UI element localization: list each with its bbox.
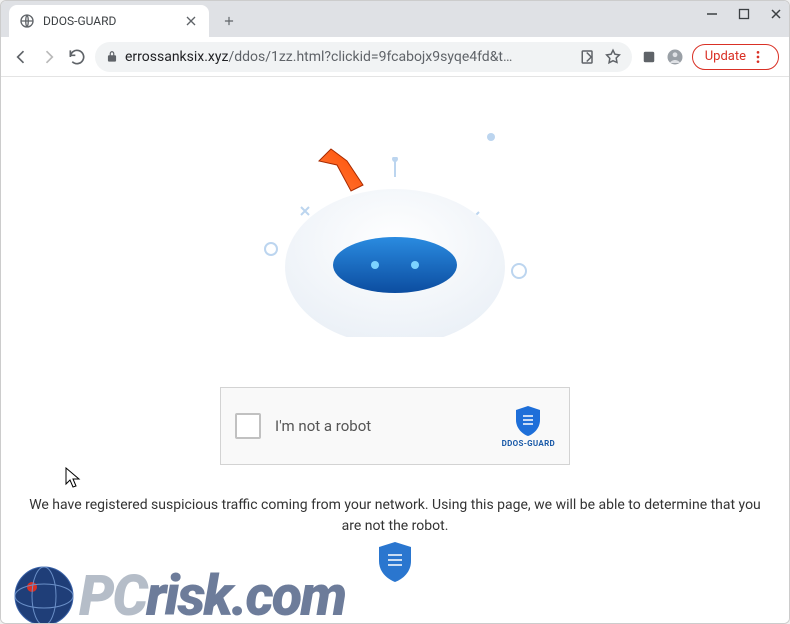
url-path: /ddos/1zz.html?clickid=9fcabojx9syqe4fd&…	[228, 49, 512, 65]
shield-icon	[514, 405, 542, 437]
captcha-left: I'm not a robot	[235, 413, 371, 439]
tab-title: DDOS-GUARD	[43, 14, 175, 28]
profile-avatar-icon[interactable]	[666, 48, 684, 66]
extensions-icon[interactable]	[640, 48, 658, 66]
browser-toolbar: errossanksix.xyz/ddos/1zz.html?clickid=9…	[1, 37, 789, 77]
watermark-suffix: risk.com	[146, 563, 345, 623]
reload-button[interactable]	[67, 47, 87, 67]
close-window-button[interactable]	[769, 7, 783, 21]
captcha-box: I'm not a robot DDOS-GUARD	[220, 387, 570, 465]
lock-icon	[105, 50, 119, 64]
center-shield-icon	[377, 541, 413, 583]
address-bar[interactable]: errossanksix.xyz/ddos/1zz.html?clickid=9…	[95, 42, 632, 72]
close-tab-icon[interactable]	[183, 13, 199, 29]
watermark-prefix: PC	[79, 563, 146, 623]
update-button[interactable]: Update	[692, 44, 779, 70]
maximize-button[interactable]	[737, 7, 751, 21]
captcha-label: I'm not a robot	[275, 417, 371, 435]
suspicious-traffic-message: We have registered suspicious traffic co…	[21, 495, 769, 537]
window-controls	[705, 7, 783, 21]
browser-tab[interactable]: DDOS-GUARD	[9, 5, 209, 37]
cursor-icon	[65, 467, 81, 489]
url-text: errossanksix.xyz/ddos/1zz.html?clickid=9…	[125, 49, 574, 65]
back-button[interactable]	[11, 47, 31, 67]
update-button-label: Update	[705, 49, 746, 64]
captcha-brand: DDOS-GUARD	[502, 405, 555, 448]
watermark-globe-icon	[13, 565, 75, 623]
bookmark-star-icon[interactable]	[604, 48, 622, 66]
share-icon[interactable]	[580, 48, 598, 66]
new-tab-button[interactable]	[215, 7, 243, 35]
robot-illustration	[265, 157, 525, 337]
captcha-checkbox[interactable]	[235, 413, 261, 439]
annotation-arrow-icon	[317, 147, 373, 203]
forward-button[interactable]	[39, 47, 59, 67]
globe-icon	[19, 13, 35, 29]
watermark-logo: PCrisk.com	[13, 563, 345, 623]
url-host: errossanksix.xyz	[125, 49, 228, 65]
title-bar: DDOS-GUARD	[1, 1, 789, 37]
minimize-button[interactable]	[705, 7, 719, 21]
page-content: I'm not a robot DDOS-GUARD We have regis…	[1, 77, 789, 623]
captcha-brand-text: DDOS-GUARD	[502, 439, 555, 448]
